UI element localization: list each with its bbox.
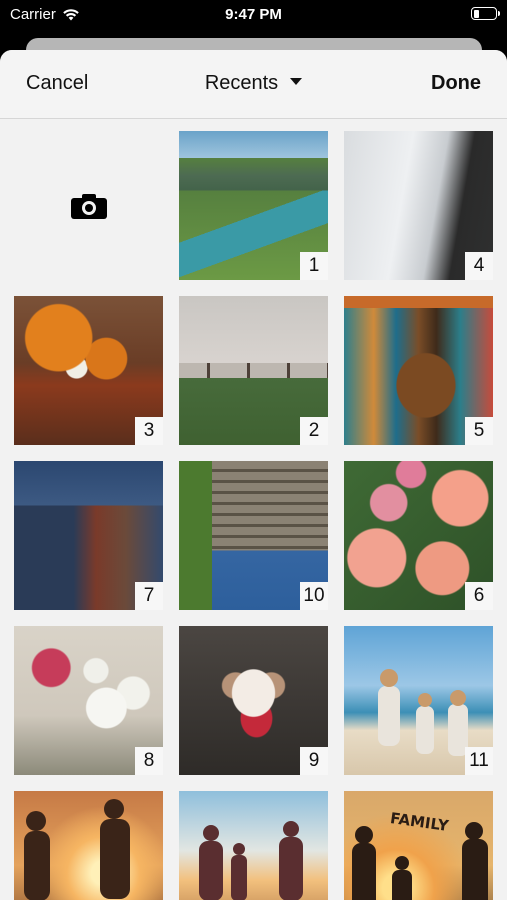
- album-title: Recents: [204, 72, 279, 94]
- selection-order-badge: 3: [135, 417, 163, 445]
- nav-bar: Cancel Recents Done: [0, 50, 507, 119]
- status-bar: Carrier 9:47 PM: [0, 0, 507, 30]
- photo-thumbnail[interactable]: 1: [179, 131, 328, 280]
- photo-thumbnail[interactable]: 8: [14, 626, 163, 775]
- photo-thumbnail[interactable]: 11: [344, 626, 493, 775]
- selection-order-badge: 9: [300, 747, 328, 775]
- people-silhouettes: [24, 799, 130, 900]
- photo-thumbnail[interactable]: 7: [14, 461, 163, 610]
- photo-grid: 1 4 3 2 5 7 10 6 8 9 11 FAMILY: [14, 131, 494, 900]
- status-time: 9:47 PM: [225, 6, 282, 23]
- selection-order-badge: 5: [465, 417, 493, 445]
- selection-order-badge: 10: [300, 582, 328, 610]
- battery-icon: [471, 7, 500, 20]
- camera-icon: [70, 193, 107, 219]
- people-silhouettes: [199, 821, 303, 900]
- photo-thumbnail[interactable]: 2: [179, 296, 328, 445]
- photo-thumbnail[interactable]: 9: [179, 626, 328, 775]
- selection-order-badge: 7: [135, 582, 163, 610]
- people-silhouettes: [352, 822, 488, 900]
- chevron-down-icon: [290, 78, 303, 86]
- selection-order-badge: 2: [300, 417, 328, 445]
- photo-thumbnail[interactable]: 10: [179, 461, 328, 610]
- photo-thumbnail[interactable]: 5: [344, 296, 493, 445]
- selection-order-badge: 1: [300, 252, 328, 280]
- photo-picker-sheet: Cancel Recents Done 1 4 3 2 5 7 10 6 8 9: [0, 50, 507, 900]
- selection-order-badge: 4: [465, 252, 493, 280]
- photo-thumbnail[interactable]: 6: [344, 461, 493, 610]
- selection-order-badge: 8: [135, 747, 163, 775]
- photo-thumbnail[interactable]: 3: [14, 296, 163, 445]
- done-button[interactable]: Done: [431, 72, 481, 95]
- photo-thumbnail[interactable]: 4: [344, 131, 493, 280]
- photo-thumbnail[interactable]: [14, 791, 163, 900]
- camera-button[interactable]: [14, 131, 163, 280]
- selection-order-badge: 11: [465, 747, 493, 775]
- photo-thumbnail[interactable]: FAMILY: [344, 791, 493, 900]
- photo-thumbnail[interactable]: [179, 791, 328, 900]
- selection-order-badge: 6: [465, 582, 493, 610]
